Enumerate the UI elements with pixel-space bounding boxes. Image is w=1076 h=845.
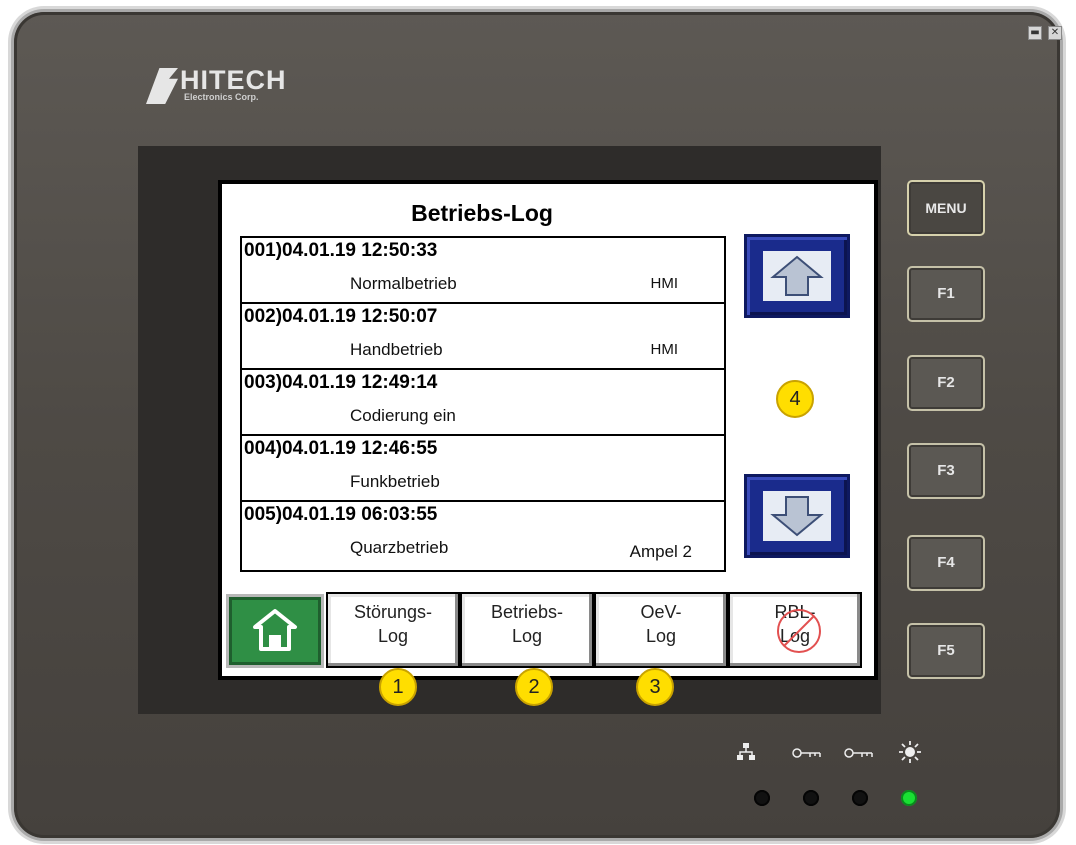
log-entry-text: Funkbetrieb <box>350 472 440 491</box>
hmi-screen: Betriebs-Log 001)04.01.19 12:50:33 Norma… <box>218 180 878 680</box>
scroll-down-button[interactable] <box>744 474 850 558</box>
arrow-up-icon <box>770 255 824 296</box>
annotation-badge: 4 <box>776 380 814 418</box>
status-led-power <box>901 790 917 806</box>
log-entry: 004)04.01.19 12:46:55 Funkbetrieb <box>242 436 724 502</box>
log-entry-timestamp: 001)04.01.19 12:50:33 <box>244 240 438 261</box>
light-icon <box>899 741 921 763</box>
f3-button[interactable]: F3 <box>907 443 985 499</box>
status-icons <box>736 740 936 770</box>
log-entry: 001)04.01.19 12:50:33 Normalbetrieb HMI <box>242 238 724 304</box>
brand-subtitle: Electronics Corp. <box>184 92 259 102</box>
tab-oev-log[interactable]: OeV- Log <box>594 592 728 668</box>
minimize-button[interactable]: ▬ <box>1028 26 1042 40</box>
key-icon <box>844 748 873 758</box>
status-led-network <box>754 790 770 806</box>
f4-button[interactable]: F4 <box>907 535 985 591</box>
log-entry-timestamp: 005)04.01.19 06:03:55 <box>244 504 438 525</box>
network-icon <box>737 743 755 760</box>
log-entry-source: Ampel 2 <box>629 542 692 561</box>
log-entry-text: Handbetrieb <box>350 340 443 359</box>
tab-stoerungs-log[interactable]: Störungs- Log <box>326 592 460 668</box>
page-title: Betriebs-Log <box>411 200 553 226</box>
log-entry-timestamp: 004)04.01.19 12:46:55 <box>244 438 438 459</box>
f2-button[interactable]: F2 <box>907 355 985 411</box>
tab-rbl-log[interactable]: RBL- Log <box>728 592 862 668</box>
arrow-down-icon <box>770 496 824 537</box>
log-entry: 005)04.01.19 06:03:55 Quarzbetrieb Ampel… <box>242 502 724 568</box>
tab-betriebs-log[interactable]: Betriebs- Log <box>460 592 594 668</box>
log-entry-source: HMI <box>650 341 679 358</box>
home-button[interactable] <box>226 594 324 668</box>
home-icon <box>253 609 297 651</box>
f5-button[interactable]: F5 <box>907 623 985 679</box>
log-entry-text: Quarzbetrieb <box>350 538 449 557</box>
menu-button[interactable]: MENU <box>907 180 985 236</box>
bottom-tab-bar: Störungs- Log Betriebs- Log OeV- Log RBL… <box>226 590 870 670</box>
annotation-badge: 1 <box>379 668 417 706</box>
log-entry-timestamp: 003)04.01.19 12:49:14 <box>244 372 438 393</box>
annotation-badge: 3 <box>636 668 674 706</box>
status-led-key-1 <box>803 790 819 806</box>
log-entry: 003)04.01.19 12:49:14 Codierung ein <box>242 370 724 436</box>
scroll-up-button[interactable] <box>744 234 850 318</box>
status-led-key-2 <box>852 790 868 806</box>
annotation-badge: 2 <box>515 668 553 706</box>
log-entry-text: Codierung ein <box>350 406 456 425</box>
disabled-icon <box>777 609 821 653</box>
log-list: 001)04.01.19 12:50:33 Normalbetrieb HMI … <box>240 236 726 572</box>
log-entry-timestamp: 002)04.01.19 12:50:07 <box>244 306 438 327</box>
window-controls: ▬ ✕ <box>1028 26 1062 40</box>
f1-button[interactable]: F1 <box>907 266 985 322</box>
log-entry-text: Normalbetrieb <box>350 274 457 293</box>
key-icon <box>792 748 821 758</box>
log-entry-source: HMI <box>650 275 679 292</box>
log-entry: 002)04.01.19 12:50:07 Handbetrieb HMI <box>242 304 724 370</box>
close-button[interactable]: ✕ <box>1048 26 1062 40</box>
